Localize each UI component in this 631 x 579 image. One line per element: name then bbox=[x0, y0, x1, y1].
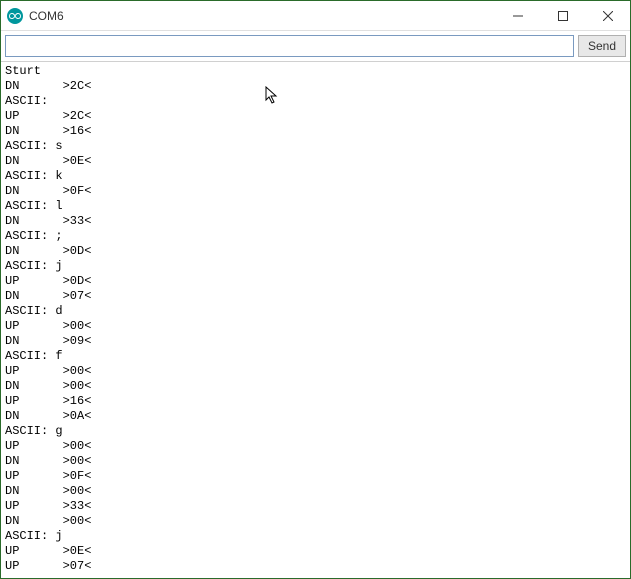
serial-input[interactable] bbox=[5, 35, 574, 57]
window-title: COM6 bbox=[29, 9, 64, 23]
window-controls bbox=[495, 1, 630, 31]
arduino-icon bbox=[7, 8, 23, 24]
send-button[interactable]: Send bbox=[578, 35, 626, 57]
minimize-button[interactable] bbox=[495, 1, 540, 31]
send-toolbar: Send bbox=[1, 31, 630, 62]
serial-console: Sturt DN >2C< ASCII: UP >2C< DN >16< ASC… bbox=[1, 62, 630, 578]
close-button[interactable] bbox=[585, 1, 630, 31]
maximize-button[interactable] bbox=[540, 1, 585, 31]
titlebar: COM6 bbox=[1, 1, 630, 31]
